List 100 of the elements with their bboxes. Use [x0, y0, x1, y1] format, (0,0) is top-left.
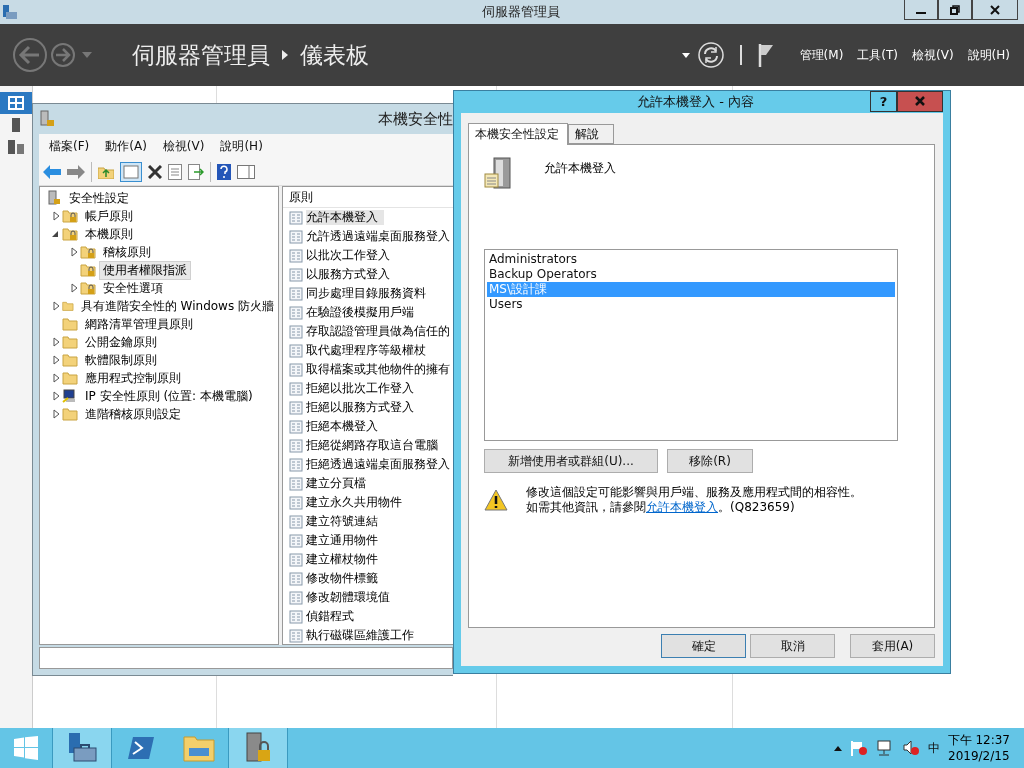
toolbox-icon[interactable] — [66, 732, 98, 764]
policy-icon — [289, 495, 303, 510]
refresh-icon[interactable] — [697, 42, 724, 68]
expand-arrow-icon[interactable] — [50, 337, 62, 347]
tree-item[interactable]: 網路清單管理員原則 — [81, 314, 197, 334]
tab[interactable]: 本機安全性設定 — [468, 123, 568, 145]
policy-item[interactable]: 在驗證後模擬用戶端 — [306, 305, 420, 320]
tree-item[interactable]: 安全性設定 — [65, 188, 133, 208]
policy-item[interactable]: 建立永久共用物件 — [306, 495, 408, 510]
tree-item[interactable]: 安全性選項 — [99, 278, 167, 298]
clock-time[interactable]: 下午 12:37 — [947, 732, 1010, 748]
policy-item[interactable]: 建立通用物件 — [306, 533, 384, 548]
policy-item[interactable]: 以服務方式登入 — [306, 267, 396, 282]
menu-item[interactable]: 說明(H) — [220, 137, 263, 155]
policy-item[interactable]: 拒絕以服務方式登入 — [306, 400, 420, 415]
show-hide-tree-icon[interactable] — [120, 161, 142, 182]
policy-icon — [289, 457, 303, 472]
tree-item[interactable]: 帳戶原則 — [81, 206, 137, 226]
policy-item[interactable]: 允許本機登入 — [306, 210, 384, 225]
flag-icon[interactable] — [757, 43, 774, 67]
help-button[interactable]: ? — [870, 90, 897, 112]
expand-arrow-icon[interactable] — [50, 301, 62, 311]
policy-item[interactable]: 執行磁碟區維護工作 — [306, 628, 420, 643]
tree-item[interactable]: 本機原則 — [81, 224, 137, 244]
remove-button[interactable]: 移除(R) — [667, 449, 753, 473]
tree-item[interactable]: IP 安全性原則 (位置: 本機電腦) — [81, 386, 257, 406]
policy-item[interactable]: 修改韌體環境值 — [306, 590, 396, 605]
tree-item[interactable]: 公開金鑰原則 — [81, 332, 161, 352]
expand-arrow-icon[interactable] — [50, 355, 62, 365]
taskbar-app[interactable] — [52, 728, 112, 768]
servers-icon[interactable] — [8, 140, 24, 154]
speaker-muted-icon[interactable] — [901, 740, 920, 756]
dialog-button[interactable]: 取消 — [750, 634, 835, 658]
dialog-button[interactable]: 套用(A) — [850, 634, 935, 658]
policy-item[interactable]: 存取認證管理員做為信任的 — [306, 324, 453, 339]
dashboard-icon[interactable] — [8, 96, 24, 110]
close-button[interactable] — [972, 0, 1018, 20]
tree-item[interactable]: 應用程式控制原則 — [81, 368, 185, 388]
properties-icon[interactable] — [168, 163, 182, 180]
menu-item[interactable]: 檔案(F) — [49, 137, 90, 155]
dropdown-caret-icon[interactable] — [681, 52, 690, 58]
up-folder-icon[interactable] — [98, 164, 114, 179]
policy-item[interactable]: 拒絕從網路存取這台電腦 — [306, 438, 444, 453]
help-icon[interactable] — [217, 163, 231, 180]
restore-button[interactable] — [938, 0, 972, 20]
member-item[interactable]: Backup Operators — [487, 267, 895, 282]
delete-icon[interactable] — [148, 164, 162, 179]
breadcrumb-item[interactable]: 伺服器管理員 — [132, 39, 270, 71]
policy-item[interactable]: 建立分頁檔 — [306, 476, 372, 491]
input-method-indicator[interactable]: 中 — [927, 739, 940, 757]
tree-item[interactable]: 稽核原則 — [99, 242, 155, 262]
minimize-button[interactable] — [904, 0, 938, 20]
powershell-icon[interactable] — [127, 736, 155, 760]
expand-arrow-icon[interactable] — [68, 283, 80, 293]
expand-arrow-icon[interactable] — [68, 247, 80, 257]
forward-arrow-icon[interactable] — [67, 164, 85, 179]
flag-error-icon[interactable] — [849, 740, 868, 756]
policy-item[interactable]: 以批次工作登入 — [306, 248, 396, 263]
menu-item[interactable]: 工具(T) — [857, 46, 899, 64]
tree-item[interactable]: 進階稽核原則設定 — [81, 404, 185, 424]
policy-item[interactable]: 拒絕以批次工作登入 — [306, 381, 420, 396]
menu-item[interactable]: 管理(M) — [799, 46, 844, 64]
action-pane-icon[interactable] — [237, 164, 255, 179]
policy-item[interactable]: 偵錯程式 — [306, 609, 360, 624]
show-hidden-icons-icon[interactable] — [833, 745, 842, 751]
close-button[interactable] — [897, 90, 943, 112]
dialog-button[interactable]: 確定 — [661, 634, 746, 658]
nav-item[interactable] — [0, 92, 32, 114]
menu-item[interactable]: 說明(H) — [967, 46, 1010, 64]
policy-item[interactable]: 允許透過遠端桌面服務登入 — [306, 229, 453, 244]
back-arrow-icon[interactable] — [43, 164, 61, 179]
policy-item[interactable]: 拒絕透過遠端桌面服務登入 — [306, 457, 453, 472]
server-lock-icon[interactable] — [244, 732, 272, 764]
network-icon[interactable] — [875, 740, 894, 756]
expand-arrow-icon[interactable] — [50, 373, 62, 383]
tree-item[interactable]: 使用者權限指派 — [99, 260, 191, 280]
menu-item[interactable]: 檢視(V) — [912, 46, 954, 64]
policy-item[interactable]: 取得檔案或其他物件的擁有 — [306, 362, 453, 377]
policy-item[interactable]: 建立權杖物件 — [306, 552, 384, 567]
policy-item[interactable]: 建立符號連結 — [306, 514, 384, 529]
clock-date[interactable]: 2019/2/15 — [948, 748, 1010, 764]
breadcrumb-item[interactable]: 儀表板 — [300, 39, 369, 71]
policy-item[interactable]: 拒絕本機登入 — [306, 419, 384, 434]
policy-item[interactable]: 同步處理目錄服務資料 — [306, 286, 432, 301]
taskbar-app[interactable] — [228, 728, 288, 768]
expand-arrow-icon[interactable] — [50, 391, 62, 401]
policy-link[interactable]: 允許本機登入 — [646, 500, 718, 514]
export-list-icon[interactable] — [188, 163, 204, 180]
member-item[interactable]: Users — [487, 297, 895, 312]
policy-item[interactable]: 取代處理程序等級權杖 — [306, 343, 432, 358]
tree-item[interactable]: 具有進階安全性的 Windows 防火牆 — [76, 296, 278, 316]
policy-item[interactable]: 修改物件標籤 — [306, 571, 384, 586]
member-item[interactable]: Administrators — [487, 252, 895, 267]
expand-arrow-icon[interactable] — [50, 409, 62, 419]
menu-item[interactable]: 檢視(V) — [162, 137, 205, 155]
tree-item[interactable]: 軟體限制原則 — [81, 350, 161, 370]
expand-arrow-icon[interactable] — [50, 211, 62, 221]
menu-item[interactable]: 動作(A) — [105, 137, 147, 155]
add-user-button[interactable]: 新增使用者或群組(U)... — [484, 449, 658, 473]
tab[interactable]: 解說 — [568, 124, 614, 144]
